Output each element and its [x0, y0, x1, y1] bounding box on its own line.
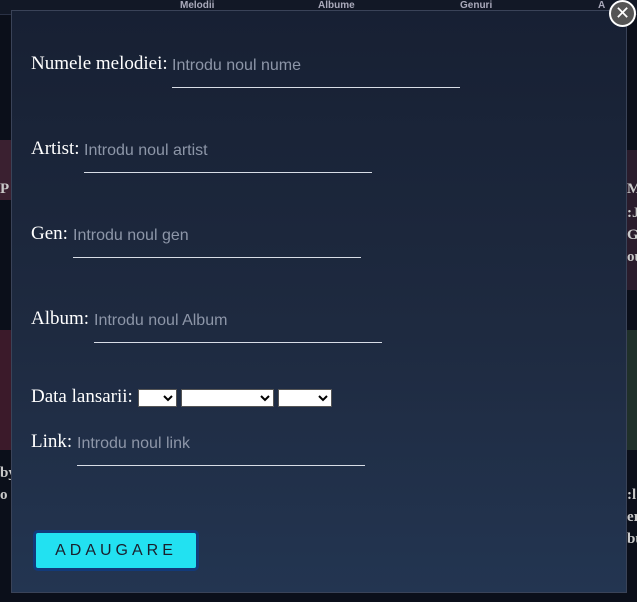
bg-fragment: er	[627, 509, 637, 525]
background-card	[0, 330, 11, 450]
link-input[interactable]	[77, 433, 365, 466]
album-label: Album:	[31, 308, 90, 329]
bg-fragment: M	[627, 181, 637, 197]
album-input[interactable]	[94, 310, 382, 343]
genre-input[interactable]	[73, 225, 361, 258]
bg-fragment: :J	[627, 205, 637, 221]
bg-fragment: G	[627, 227, 637, 243]
bg-fragment: bu	[627, 531, 637, 547]
artist-label: Artist:	[31, 138, 80, 159]
add-song-modal: Numele melodiei: Artist: Gen: Album: Dat…	[11, 10, 627, 593]
genre-label: Gen:	[31, 223, 68, 244]
bg-fragment: :l	[627, 487, 637, 503]
name-label: Numele melodiei:	[31, 53, 168, 74]
background-card	[627, 330, 637, 450]
artist-input[interactable]	[84, 140, 372, 173]
month-select[interactable]	[181, 389, 274, 407]
name-input[interactable]	[172, 55, 460, 88]
bg-fragment: o	[0, 487, 8, 503]
release-date-label: Data lansarii:	[31, 386, 133, 407]
year-select[interactable]	[278, 389, 332, 407]
adaugare-button[interactable]: ADAUGARE	[33, 530, 199, 571]
bg-fragment: ou	[627, 249, 637, 265]
close-icon: ✕	[614, 3, 631, 24]
link-label: Link:	[31, 431, 73, 452]
bg-fragment: P	[0, 181, 10, 197]
close-button[interactable]: ✕	[609, 0, 636, 27]
day-select[interactable]	[138, 389, 177, 407]
